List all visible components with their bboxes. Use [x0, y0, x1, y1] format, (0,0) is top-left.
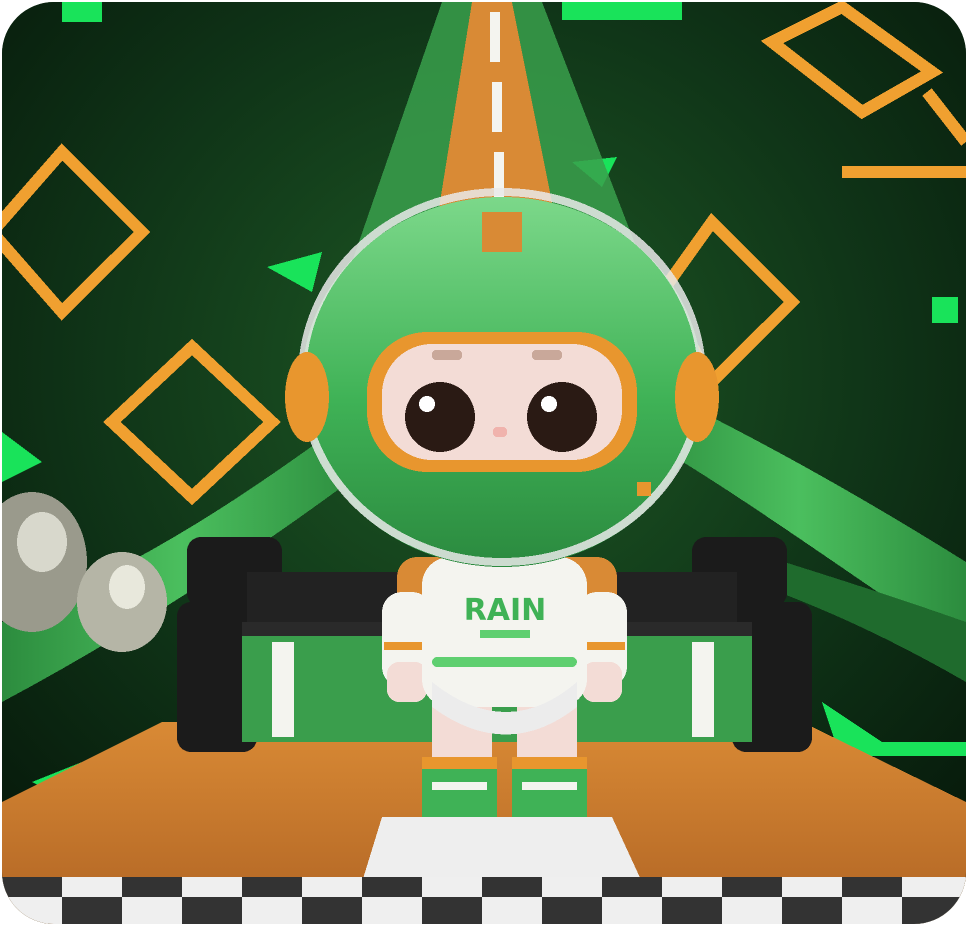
left-hand [387, 662, 427, 702]
image-frame: RAIN [2, 2, 966, 924]
left-eye [405, 382, 475, 452]
right-hand [582, 662, 622, 702]
right-eye [527, 382, 597, 452]
scene-illustration: RAIN [2, 2, 966, 924]
suit-logo-text: RAIN [464, 593, 547, 628]
